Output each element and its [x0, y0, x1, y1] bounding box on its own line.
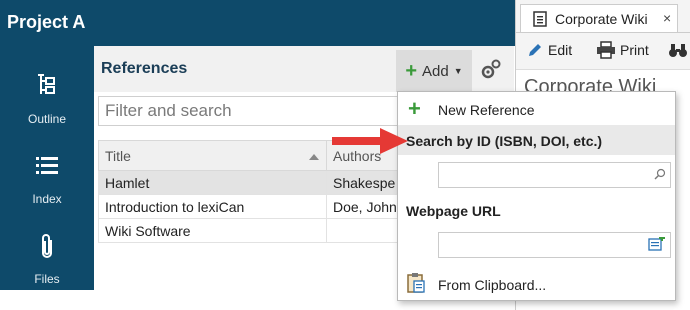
list-icon	[36, 157, 58, 174]
references-header: References + Add ▼	[94, 46, 514, 92]
cell-title: Wiki Software	[98, 218, 327, 243]
table-row[interactable]: Hamlet Shakespe	[98, 170, 417, 195]
section-webpage-url: Webpage URL	[398, 195, 675, 225]
sidebar-item-label: Index	[32, 192, 62, 206]
section-label: Search by ID (ISBN, DOI, etc.)	[406, 133, 603, 149]
panel-title: References	[101, 60, 188, 77]
project-title: Project A	[7, 12, 86, 32]
project-header: Project A	[0, 0, 515, 46]
pencil-icon	[529, 44, 541, 56]
menu-item-label: From Clipboard...	[438, 277, 547, 293]
sidebar-item-label: Files	[34, 272, 60, 286]
sidebar-item-outline[interactable]: Outline	[0, 70, 94, 150]
gears-icon[interactable]	[478, 57, 504, 83]
binoculars-button[interactable]	[668, 41, 688, 59]
id-search-field[interactable]	[438, 162, 671, 188]
tab-corporate-wiki[interactable]: Corporate Wiki ×	[520, 4, 678, 32]
paperclip-icon	[42, 234, 52, 258]
sidebar: Outline Index Files	[0, 46, 94, 290]
sidebar-item-label: Outline	[27, 112, 67, 126]
app-window: Project A Outline Index Files References…	[0, 0, 690, 310]
section-label: Webpage URL	[406, 203, 501, 219]
printer-icon	[597, 41, 615, 59]
menu-item-from-clipboard[interactable]: From Clipboard...	[398, 270, 675, 298]
sidebar-item-index[interactable]: Index	[0, 152, 94, 232]
print-label: Print	[620, 42, 649, 58]
plus-icon: +	[405, 59, 418, 82]
add-label: Add	[422, 62, 449, 80]
add-button[interactable]: + Add ▼	[396, 50, 472, 92]
wiki-toolbar: Edit Print	[516, 32, 690, 70]
column-header-label: Title	[105, 147, 131, 164]
tab-label: Corporate Wiki	[555, 11, 648, 27]
id-input[interactable]	[439, 163, 670, 187]
binoculars-icon	[669, 44, 687, 57]
clipboard-icon	[407, 273, 425, 293]
add-webpage-icon[interactable]	[648, 237, 666, 253]
search-icon[interactable]	[654, 168, 666, 180]
outline-icon	[38, 74, 55, 94]
print-button[interactable]: Print	[596, 41, 649, 59]
url-input[interactable]	[439, 233, 670, 257]
table-row[interactable]: Introduction to lexiCan Doe, John	[98, 194, 417, 219]
column-header-title[interactable]: Title	[98, 140, 327, 171]
menu-item-label: New Reference	[438, 102, 535, 118]
cell-title: Introduction to lexiCan	[98, 194, 327, 219]
url-field[interactable]	[438, 232, 671, 258]
plus-icon: +	[408, 96, 421, 121]
callout-arrow-icon	[332, 128, 408, 154]
caret-down-icon: ▼	[453, 66, 463, 76]
edit-label: Edit	[548, 42, 573, 58]
edit-button[interactable]: Edit	[526, 41, 572, 59]
close-icon[interactable]: ×	[663, 10, 671, 26]
document-icon	[533, 11, 547, 27]
section-search-by-id: Search by ID (ISBN, DOI, etc.)	[398, 125, 675, 155]
cell-title: Hamlet	[98, 170, 327, 195]
sidebar-item-files[interactable]: Files	[0, 232, 94, 310]
add-dropdown-menu: + New Reference Search by ID (ISBN, DOI,…	[397, 91, 676, 301]
table-row[interactable]: Wiki Software	[98, 218, 417, 243]
sort-ascending-icon	[309, 154, 319, 160]
menu-item-new-reference[interactable]: + New Reference	[398, 95, 675, 123]
